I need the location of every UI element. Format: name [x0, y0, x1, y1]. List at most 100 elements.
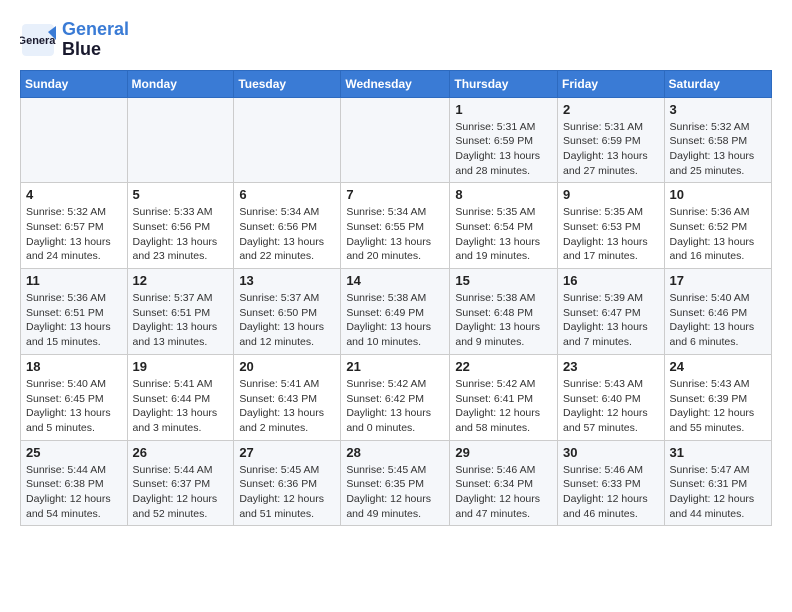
calendar-cell: 8Sunrise: 5:35 AMSunset: 6:54 PMDaylight… — [450, 183, 558, 269]
day-number: 1 — [455, 102, 552, 117]
day-info: Sunrise: 5:47 AMSunset: 6:31 PMDaylight:… — [670, 463, 766, 522]
day-number: 20 — [239, 359, 335, 374]
calendar-cell: 9Sunrise: 5:35 AMSunset: 6:53 PMDaylight… — [558, 183, 665, 269]
calendar-cell: 1 Sunrise: 5:31 AMSunset: 6:59 PMDaylight… — [450, 97, 558, 183]
calendar-week-row: 1 Sunrise: 5:31 AMSunset: 6:59 PMDaylight… — [21, 97, 772, 183]
day-info: Sunrise: 5:35 AMSunset: 6:54 PMDaylight:… — [455, 205, 552, 264]
calendar-cell: 13 Sunrise: 5:37 AMSunset: 6:50 PMDayligh… — [234, 269, 341, 355]
day-number: 16 — [563, 273, 659, 288]
day-number: 25 — [26, 445, 122, 460]
weekday-header: Wednesday — [341, 70, 450, 97]
day-number: 3 — [670, 102, 766, 117]
calendar-cell: 27 Sunrise: 5:45 AMSunset: 6:36 PMDayligh… — [234, 440, 341, 526]
calendar-cell: 28 Sunrise: 5:45 AMSunset: 6:35 PMDayligh… — [341, 440, 450, 526]
day-info: Sunrise: 5:40 AMSunset: 6:45 PMDaylight:… — [26, 377, 122, 436]
calendar-cell — [127, 97, 234, 183]
day-info: Sunrise: 5:39 AMSunset: 6:47 PMDaylight:… — [563, 291, 659, 350]
calendar-cell: 12 Sunrise: 5:37 AMSunset: 6:51 PMDayligh… — [127, 269, 234, 355]
day-info: Sunrise: 5:32 AMSunset: 6:58 PMDaylight:… — [670, 120, 766, 179]
day-info: Sunrise: 5:41 AMSunset: 6:43 PMDaylight:… — [239, 377, 335, 436]
day-number: 13 — [239, 273, 335, 288]
weekday-header: Tuesday — [234, 70, 341, 97]
day-number: 23 — [563, 359, 659, 374]
calendar-cell: 17Sunrise: 5:40 AMSunset: 6:46 PMDayligh… — [664, 269, 771, 355]
day-info: Sunrise: 5:37 AMSunset: 6:51 PMDaylight:… — [133, 291, 229, 350]
calendar-cell: 5Sunrise: 5:33 AMSunset: 6:56 PMDaylight… — [127, 183, 234, 269]
calendar-week-row: 18Sunrise: 5:40 AMSunset: 6:45 PMDayligh… — [21, 354, 772, 440]
day-info: Sunrise: 5:41 AMSunset: 6:44 PMDaylight:… — [133, 377, 229, 436]
calendar-cell — [234, 97, 341, 183]
day-number: 2 — [563, 102, 659, 117]
day-info: Sunrise: 5:35 AMSunset: 6:53 PMDaylight:… — [563, 205, 659, 264]
day-info: Sunrise: 5:44 AMSunset: 6:38 PMDaylight:… — [26, 463, 122, 522]
calendar-cell: 7 Sunrise: 5:34 AMSunset: 6:55 PMDaylight… — [341, 183, 450, 269]
calendar-cell: 19 Sunrise: 5:41 AMSunset: 6:44 PMDayligh… — [127, 354, 234, 440]
calendar-cell: 22 Sunrise: 5:42 AMSunset: 6:41 PMDayligh… — [450, 354, 558, 440]
calendar-cell — [341, 97, 450, 183]
day-info: Sunrise: 5:46 AMSunset: 6:34 PMDaylight:… — [455, 463, 552, 522]
day-number: 7 — [346, 187, 444, 202]
calendar-table: SundayMondayTuesdayWednesdayThursdayFrid… — [20, 70, 772, 527]
calendar-cell: 23 Sunrise: 5:43 AMSunset: 6:40 PMDayligh… — [558, 354, 665, 440]
day-number: 29 — [455, 445, 552, 460]
day-number: 4 — [26, 187, 122, 202]
calendar-cell: 16 Sunrise: 5:39 AMSunset: 6:47 PMDayligh… — [558, 269, 665, 355]
day-info: Sunrise: 5:32 AMSunset: 6:57 PMDaylight:… — [26, 205, 122, 264]
page-header: General GeneralBlue — [20, 20, 772, 60]
day-info: Sunrise: 5:43 AMSunset: 6:40 PMDaylight:… — [563, 377, 659, 436]
weekday-header: Saturday — [664, 70, 771, 97]
day-info: Sunrise: 5:34 AMSunset: 6:55 PMDaylight:… — [346, 205, 444, 264]
day-info: Sunrise: 5:37 AMSunset: 6:50 PMDaylight:… — [239, 291, 335, 350]
weekday-header: Thursday — [450, 70, 558, 97]
calendar-cell — [21, 97, 128, 183]
calendar-cell: 4 Sunrise: 5:32 AMSunset: 6:57 PMDaylight… — [21, 183, 128, 269]
calendar-cell: 15 Sunrise: 5:38 AMSunset: 6:48 PMDayligh… — [450, 269, 558, 355]
calendar-cell: 3 Sunrise: 5:32 AMSunset: 6:58 PMDaylight… — [664, 97, 771, 183]
calendar-cell: 26 Sunrise: 5:44 AMSunset: 6:37 PMDayligh… — [127, 440, 234, 526]
calendar-cell: 31Sunrise: 5:47 AMSunset: 6:31 PMDayligh… — [664, 440, 771, 526]
day-number: 26 — [133, 445, 229, 460]
weekday-header: Sunday — [21, 70, 128, 97]
day-number: 22 — [455, 359, 552, 374]
svg-text:General: General — [20, 35, 56, 47]
day-info: Sunrise: 5:40 AMSunset: 6:46 PMDaylight:… — [670, 291, 766, 350]
day-info: Sunrise: 5:44 AMSunset: 6:37 PMDaylight:… — [133, 463, 229, 522]
day-number: 12 — [133, 273, 229, 288]
logo-text: GeneralBlue — [62, 20, 129, 60]
day-info: Sunrise: 5:33 AMSunset: 6:56 PMDaylight:… — [133, 205, 229, 264]
calendar-cell: 25 Sunrise: 5:44 AMSunset: 6:38 PMDayligh… — [21, 440, 128, 526]
day-info: Sunrise: 5:43 AMSunset: 6:39 PMDaylight:… — [670, 377, 766, 436]
calendar-cell: 14Sunrise: 5:38 AMSunset: 6:49 PMDayligh… — [341, 269, 450, 355]
logo-icon: General — [20, 22, 56, 58]
day-number: 24 — [670, 359, 766, 374]
day-info: Sunrise: 5:45 AMSunset: 6:35 PMDaylight:… — [346, 463, 444, 522]
day-info: Sunrise: 5:31 AMSunset: 6:59 PMDaylight:… — [455, 120, 552, 179]
calendar-header: SundayMondayTuesdayWednesdayThursdayFrid… — [21, 70, 772, 97]
day-info: Sunrise: 5:36 AMSunset: 6:52 PMDaylight:… — [670, 205, 766, 264]
day-number: 6 — [239, 187, 335, 202]
weekday-header: Friday — [558, 70, 665, 97]
day-number: 14 — [346, 273, 444, 288]
day-info: Sunrise: 5:46 AMSunset: 6:33 PMDaylight:… — [563, 463, 659, 522]
day-number: 10 — [670, 187, 766, 202]
calendar-cell: 18Sunrise: 5:40 AMSunset: 6:45 PMDayligh… — [21, 354, 128, 440]
day-info: Sunrise: 5:36 AMSunset: 6:51 PMDaylight:… — [26, 291, 122, 350]
day-number: 19 — [133, 359, 229, 374]
day-number: 15 — [455, 273, 552, 288]
day-number: 28 — [346, 445, 444, 460]
calendar-week-row: 4 Sunrise: 5:32 AMSunset: 6:57 PMDaylight… — [21, 183, 772, 269]
day-number: 27 — [239, 445, 335, 460]
calendar-cell: 2Sunrise: 5:31 AMSunset: 6:59 PMDaylight… — [558, 97, 665, 183]
day-number: 21 — [346, 359, 444, 374]
day-info: Sunrise: 5:45 AMSunset: 6:36 PMDaylight:… — [239, 463, 335, 522]
weekday-header: Monday — [127, 70, 234, 97]
calendar-cell: 24 Sunrise: 5:43 AMSunset: 6:39 PMDayligh… — [664, 354, 771, 440]
day-info: Sunrise: 5:42 AMSunset: 6:41 PMDaylight:… — [455, 377, 552, 436]
calendar-cell: 11Sunrise: 5:36 AMSunset: 6:51 PMDayligh… — [21, 269, 128, 355]
day-number: 30 — [563, 445, 659, 460]
calendar-cell: 21Sunrise: 5:42 AMSunset: 6:42 PMDayligh… — [341, 354, 450, 440]
calendar-cell: 10 Sunrise: 5:36 AMSunset: 6:52 PMDayligh… — [664, 183, 771, 269]
calendar-cell: 29 Sunrise: 5:46 AMSunset: 6:34 PMDayligh… — [450, 440, 558, 526]
calendar-cell: 20 Sunrise: 5:41 AMSunset: 6:43 PMDayligh… — [234, 354, 341, 440]
day-info: Sunrise: 5:38 AMSunset: 6:48 PMDaylight:… — [455, 291, 552, 350]
